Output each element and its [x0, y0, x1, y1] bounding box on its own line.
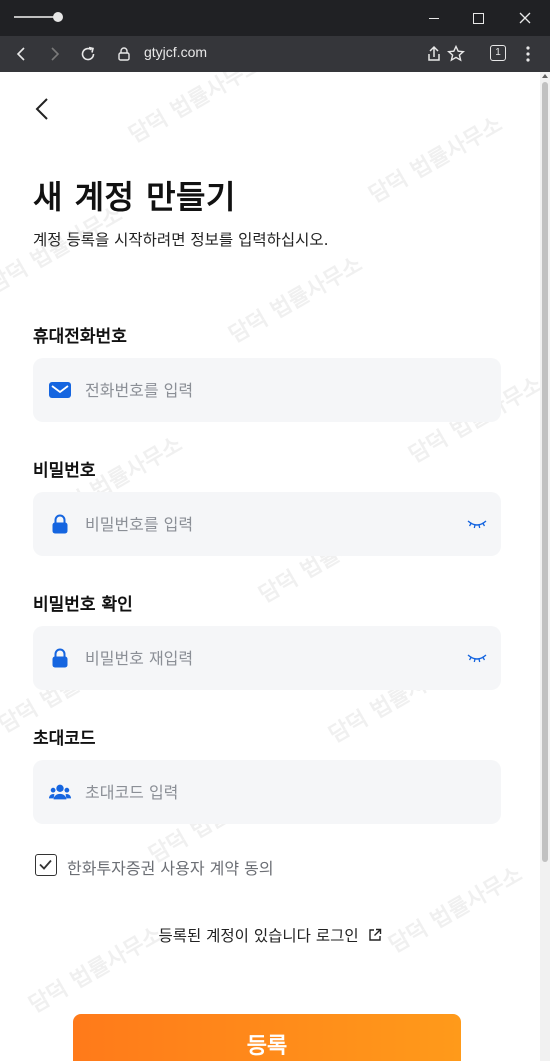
phone-input[interactable] [85, 358, 465, 422]
confirm-password-field[interactable] [33, 626, 501, 690]
invite-code-label: 초대코드 [33, 729, 96, 749]
lock-icon [52, 514, 68, 534]
arrow-left-icon [16, 47, 25, 61]
password-label: 비밀번호 [33, 461, 96, 481]
login-link-row[interactable]: 등록된 계정이 있습니다 로그인 [0, 924, 540, 946]
invite-code-input[interactable] [85, 760, 465, 824]
page-subtitle: 계정 등록을 시작하려면 정보를 입력하십시오. [33, 231, 329, 249]
page-title: 새 계정 만들기 [33, 178, 236, 216]
close-window-button[interactable] [515, 8, 535, 28]
page-scrollbar[interactable] [540, 72, 550, 1061]
watermark-text: 담덕 법률사무소 [125, 72, 267, 149]
confirm-password-label: 비밀번호 확인 [33, 595, 133, 615]
reload-button[interactable] [76, 42, 100, 66]
watermark-text: 담덕 법률사무소 [365, 112, 507, 209]
scroll-up-arrow-icon[interactable] [542, 74, 548, 78]
external-link-icon[interactable] [368, 928, 382, 942]
back-arrow-icon[interactable] [32, 96, 52, 122]
scrollbar-thumb[interactable] [542, 82, 548, 862]
checkmark-icon [39, 859, 52, 870]
site-info-icon[interactable] [116, 46, 132, 62]
browser-menu-icon[interactable] [520, 45, 536, 63]
agreement-text[interactable]: 한화투자증권 사용자 계약 동의 [67, 855, 274, 879]
reload-icon [81, 46, 95, 61]
phone-field[interactable] [33, 358, 501, 422]
phone-label: 휴대전화번호 [33, 327, 127, 347]
tab-count-button[interactable]: 1 [490, 45, 506, 61]
window-titlebar [0, 0, 550, 36]
address-bar[interactable]: gtyjcf.com [108, 42, 474, 66]
signup-page: 담덕 법률사무소 담덕 법률사무소 담덕 법률사무소 담덕 법률사무소 담덕 법… [0, 72, 540, 1061]
password-input[interactable] [85, 492, 465, 556]
invite-code-field[interactable] [33, 760, 501, 824]
eye-closed-icon[interactable] [467, 652, 487, 664]
watermark-text: 담덕 법률사무소 [225, 252, 367, 349]
users-icon [49, 784, 71, 800]
minimize-button[interactable] [424, 8, 444, 28]
maximize-button[interactable] [468, 8, 488, 28]
close-icon [519, 12, 531, 24]
eye-closed-icon[interactable] [467, 518, 487, 530]
agreement-checkbox[interactable] [35, 854, 57, 876]
lock-icon [52, 648, 68, 668]
register-button[interactable]: 등록 [73, 1014, 461, 1061]
password-field[interactable] [33, 492, 501, 556]
confirm-password-input[interactable] [85, 626, 465, 690]
url-text: gtyjcf.com [144, 44, 208, 60]
zoom-slider-knob[interactable] [53, 12, 63, 22]
browser-back-button[interactable] [10, 42, 34, 66]
login-link[interactable]: 등록된 계정이 있습니다 로그인 [158, 927, 358, 945]
browser-toolbar: gtyjcf.com 1 [0, 36, 550, 72]
arrow-right-icon [51, 47, 60, 61]
browser-forward-button[interactable] [42, 42, 66, 66]
bookmark-star-icon[interactable] [446, 44, 466, 64]
envelope-icon [49, 382, 71, 398]
share-icon[interactable] [424, 44, 444, 64]
